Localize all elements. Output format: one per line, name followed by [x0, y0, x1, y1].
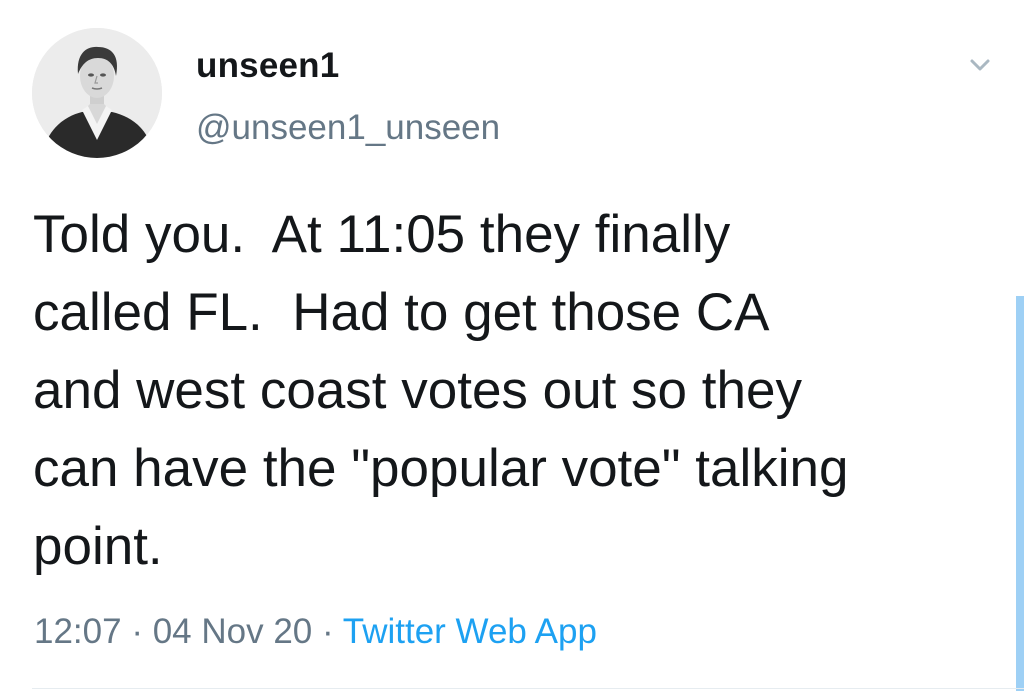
tweet-date[interactable]: 04 Nov 20: [153, 612, 313, 651]
tweet-time[interactable]: 12:07: [34, 612, 122, 651]
tweet-source-link[interactable]: Twitter Web App: [343, 612, 597, 651]
tweet-text: Told you. At 11:05 they finally called F…: [33, 205, 849, 576]
scroll-indicator: [1016, 296, 1024, 691]
avatar[interactable]: [32, 28, 162, 158]
avatar-portrait-icon: [32, 28, 162, 158]
tweet-meta: 12:07 · 04 Nov 20 · Twitter Web App: [34, 610, 597, 654]
meta-separator: ·: [312, 612, 343, 651]
tweet: unseen1 @unseen1_unseen Told you. At 11:…: [0, 0, 1024, 691]
display-name[interactable]: unseen1: [196, 44, 339, 88]
chevron-down-icon: [970, 59, 990, 71]
divider: [32, 688, 1024, 689]
more-options-button[interactable]: [958, 44, 1002, 84]
user-handle[interactable]: @unseen1_unseen: [196, 106, 500, 150]
meta-separator: ·: [121, 612, 153, 651]
